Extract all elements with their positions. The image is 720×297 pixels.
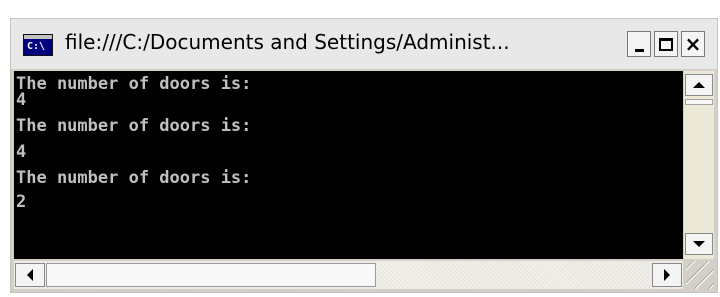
icon-titlebar-strip [24, 35, 52, 39]
scroll-right-button[interactable] [652, 263, 682, 287]
horizontal-scrollbar[interactable] [14, 261, 683, 289]
maximize-button[interactable] [654, 31, 678, 57]
console-line: 4 [16, 142, 27, 162]
vertical-scroll-thumb[interactable] [685, 99, 713, 105]
console-app-icon[interactable]: C:\ [23, 34, 53, 56]
window-title: file:///C:/Documents and Settings/Admini… [65, 30, 510, 54]
scroll-up-button[interactable] [685, 74, 713, 96]
horizontal-scroll-thumb[interactable] [46, 263, 376, 287]
minimize-icon [634, 48, 644, 52]
maximize-icon [659, 37, 673, 51]
scroll-right-icon [664, 269, 670, 281]
scroll-left-icon [27, 269, 33, 281]
minimize-button[interactable] [627, 31, 651, 57]
console-output[interactable]: The number of doors is: 4 The number of … [14, 71, 683, 259]
scroll-down-icon [693, 241, 705, 247]
console-line: 2 [16, 192, 27, 212]
vertical-scrollbar[interactable] [684, 71, 714, 259]
title-bar[interactable]: C:\ file:///C:/Documents and Settings/Ad… [11, 19, 717, 69]
scroll-down-button[interactable] [685, 233, 713, 255]
icon-label: C:\ [27, 41, 46, 52]
scroll-left-button[interactable] [15, 263, 45, 287]
console-line: The number of doors is: [16, 168, 252, 188]
console-line: 4 [16, 90, 27, 110]
resize-grip-icon[interactable] [686, 261, 714, 289]
console-line: The number of doors is: [16, 116, 252, 136]
console-line: The number of doors is: [16, 74, 252, 94]
close-button[interactable]: × [681, 31, 705, 57]
close-icon: × [684, 32, 702, 56]
scroll-up-icon [693, 82, 705, 88]
console-window: C:\ file:///C:/Documents and Settings/Ad… [10, 18, 718, 293]
